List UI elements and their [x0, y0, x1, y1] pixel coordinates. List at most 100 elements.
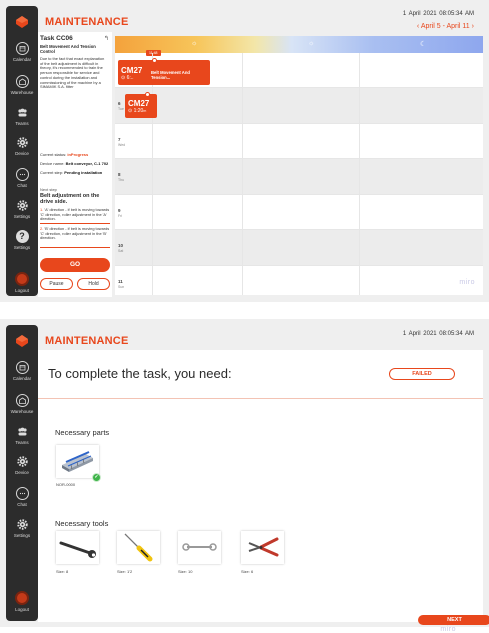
chat-icon: [15, 168, 29, 181]
divider: [38, 398, 483, 399]
teams-icon: [16, 425, 29, 438]
week-navigator: ‹ April 5 - April 11 ›: [417, 23, 474, 30]
moon-icon: ☾: [420, 41, 427, 48]
gear-icon: [16, 136, 29, 149]
go-button[interactable]: GO: [40, 258, 110, 272]
calendar-event[interactable]: CM27 ⊙ 1:20m: [125, 92, 157, 118]
sidebar-item-warehouse[interactable]: Warehouse: [6, 75, 38, 95]
sidebar-item-calendar[interactable]: Calendar: [6, 42, 38, 62]
calendar-row: 7 Wed: [115, 124, 483, 159]
wrench-icon: [59, 541, 96, 558]
calendar-row: 9 Fri: [115, 195, 483, 230]
event-handle[interactable]: [152, 58, 157, 63]
watermark: miro: [440, 626, 456, 633]
logout-button[interactable]: Logout: [6, 272, 38, 293]
status-badge: FAILED: [389, 368, 455, 380]
sidebar-item-chat[interactable]: Chat: [6, 168, 38, 188]
cloud-icon: ☼: [308, 40, 315, 47]
sidebar-item-chat[interactable]: Chat: [6, 487, 38, 507]
spanner-icon: [182, 543, 217, 551]
tool-caption: Size: 6: [241, 569, 254, 574]
calendar-icon: [15, 42, 29, 55]
parts-section-title: Necessary parts: [55, 428, 110, 437]
warehouse-icon: [15, 394, 29, 407]
week-range: April 5 - April 11: [420, 23, 470, 30]
sidebar-item-warehouse[interactable]: Warehouse: [6, 394, 38, 414]
sidebar-item-device[interactable]: Device: [6, 136, 38, 156]
pause-button[interactable]: Pause: [40, 278, 73, 290]
tool-caption: Size: 10: [178, 569, 193, 574]
sidebar-item-teams[interactable]: Teams: [6, 425, 38, 445]
day-cell: 10 Sat: [115, 230, 153, 265]
chat-icon: [15, 487, 29, 500]
prev-week-button[interactable]: ‹: [417, 23, 419, 30]
teams-icon: [16, 106, 29, 119]
next-week-button[interactable]: ›: [472, 23, 474, 30]
pliers-icon: [248, 537, 279, 557]
part-tile[interactable]: [56, 445, 99, 478]
part-caption: NOR-0000: [56, 482, 76, 487]
conveyor-part-icon: [62, 451, 93, 472]
day-cell: 11 Sun: [115, 266, 153, 295]
logout-button[interactable]: Logout: [6, 591, 38, 612]
day-cell: 7 Wed: [115, 124, 153, 158]
calendar-icon: [15, 361, 29, 374]
divider: [40, 247, 110, 248]
tool-caption: Size: 1'2: [117, 569, 133, 574]
sun-icon: ☼: [191, 40, 198, 47]
sidebar-item-settings[interactable]: Settings: [6, 199, 38, 219]
requirements-screen: Calendar Warehouse Teams Device Chat Set…: [0, 319, 489, 633]
task-current-step: Current step: Pending installation: [40, 170, 103, 175]
task-panel: Task CC06 ↰ Belt Movement And Tension Co…: [38, 32, 112, 297]
daylight-bar: ☼ ☼ ☾: [115, 36, 483, 53]
sidebar-item-calendar[interactable]: Calendar: [6, 361, 38, 381]
task-status: Current status: inProgress: [40, 152, 89, 157]
week-calendar: ☼ ☼ ☾ 11:48 5Mon 6Tue 7Wed 8Thu 9Fri 10S…: [115, 36, 483, 295]
warehouse-icon: [15, 75, 29, 88]
tool-tile[interactable]: [56, 531, 99, 564]
sidebar-item-settings[interactable]: Settings: [6, 518, 38, 538]
calendar-event[interactable]: CM27 ⊙ 6:.. Belt Movement And Tension...: [118, 58, 210, 85]
column-divider: [359, 53, 360, 295]
next-step-label: Next step: [40, 187, 57, 192]
hold-button[interactable]: Hold: [77, 278, 110, 290]
logout-icon: [15, 272, 29, 286]
page-title: MAINTENANCE: [45, 335, 129, 347]
sidebar-item-device[interactable]: Device: [6, 455, 38, 475]
tool-tile[interactable]: [241, 531, 284, 564]
event-handle[interactable]: [145, 92, 150, 97]
datetime: 1 April 2021 08:05:34 AM: [402, 331, 474, 337]
calendar-row: 8 Thu: [115, 159, 483, 195]
direction-a: 1. 'A' direction - if belt is moving tow…: [40, 207, 110, 222]
datetime: 1 April 2021 08:05:34 AM: [402, 11, 474, 17]
sidebar: Calendar Warehouse Teams Device Chat Set…: [6, 325, 38, 621]
calendar-row: 6 Tue: [115, 88, 483, 124]
watermark: miro: [459, 279, 475, 286]
day-cell: 8 Thu: [115, 159, 153, 194]
tool-caption: Size: 8: [56, 569, 69, 574]
gear-icon: [16, 455, 29, 468]
task-device: Device name: Belt conveyor, C-1 702: [40, 161, 109, 166]
calendar-row: 11 Sun: [115, 266, 483, 295]
requirements-title: To complete the task, you need:: [48, 366, 232, 381]
tool-tile[interactable]: [117, 531, 160, 564]
back-icon[interactable]: ↰: [104, 35, 109, 42]
task-title: Task CC06: [40, 35, 73, 42]
sidebar-item-help[interactable]: ? Settings: [6, 230, 38, 250]
gear-icon: [16, 518, 29, 531]
page-title: MAINTENANCE: [45, 16, 129, 28]
screwdriver-icon: [124, 533, 153, 562]
tools-section-title: Necessary tools: [55, 519, 109, 528]
logout-icon: [15, 591, 29, 605]
sidebar-item-teams[interactable]: Teams: [6, 106, 38, 126]
column-divider: [242, 53, 243, 295]
calendar-row: 10 Sat: [115, 230, 483, 266]
gear-icon: [16, 199, 29, 212]
help-icon: ?: [15, 230, 29, 243]
next-button[interactable]: NEXT: [418, 615, 489, 625]
divider: [40, 223, 110, 224]
logo-icon: [16, 16, 28, 28]
task-subtitle: Belt Movement And Tension Control: [40, 44, 96, 54]
tool-tile[interactable]: [178, 531, 221, 564]
logo-icon: [16, 335, 28, 347]
